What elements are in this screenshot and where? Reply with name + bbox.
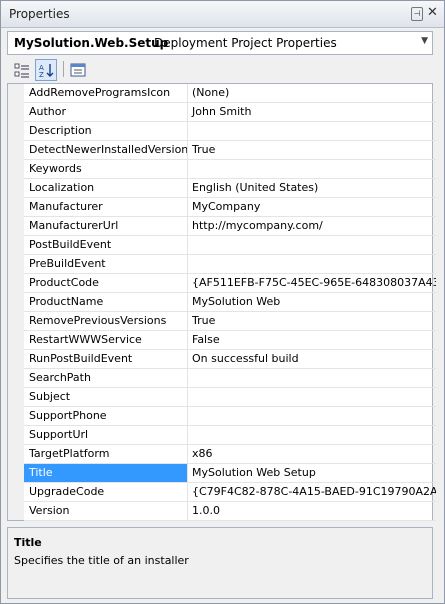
property-pages-button[interactable] bbox=[67, 59, 89, 81]
property-value[interactable]: MySolution Web Setup bbox=[188, 464, 436, 483]
svg-text:Z: Z bbox=[39, 71, 44, 78]
alphabetical-icon: A Z bbox=[39, 64, 54, 78]
description-text: Specifies the title of an installer bbox=[14, 554, 189, 567]
property-name[interactable]: Keywords bbox=[24, 160, 188, 179]
property-value[interactable] bbox=[188, 160, 436, 179]
property-value[interactable] bbox=[188, 255, 436, 274]
window-title: Properties bbox=[9, 7, 70, 21]
property-value[interactable]: {C79F4C82-878C-4A15-BAED-91C19790A2A0} bbox=[188, 483, 436, 502]
property-row[interactable]: RunPostBuildEvent On successful build bbox=[24, 350, 436, 369]
property-row[interactable]: Title MySolution Web Setup bbox=[24, 464, 436, 483]
property-value[interactable]: {AF511EFB-F75C-45EC-965E-648308037A43} bbox=[188, 274, 436, 293]
property-name[interactable]: RemovePreviousVersions bbox=[24, 312, 188, 331]
property-name[interactable]: Title bbox=[24, 464, 188, 483]
property-value[interactable]: MyCompany bbox=[188, 198, 436, 217]
property-value[interactable]: John Smith bbox=[188, 103, 436, 122]
description-pane: Title Specifies the title of an installe… bbox=[7, 527, 433, 599]
property-name[interactable]: Manufacturer bbox=[24, 198, 188, 217]
property-value[interactable]: x86 bbox=[188, 445, 436, 464]
property-row[interactable]: PreBuildEvent bbox=[24, 255, 436, 274]
property-value[interactable]: English (United States) bbox=[188, 179, 436, 198]
property-name[interactable]: UpgradeCode bbox=[24, 483, 188, 502]
property-row[interactable]: SupportUrl bbox=[24, 426, 436, 445]
property-row[interactable]: Localization English (United States) bbox=[24, 179, 436, 198]
property-name[interactable]: SearchPath bbox=[24, 369, 188, 388]
property-value[interactable] bbox=[188, 236, 436, 255]
property-value[interactable] bbox=[188, 369, 436, 388]
dropdown-arrow-icon[interactable]: ▼ bbox=[421, 36, 428, 46]
property-name[interactable]: PreBuildEvent bbox=[24, 255, 188, 274]
property-row[interactable]: SearchPath bbox=[24, 369, 436, 388]
property-name[interactable]: SupportPhone bbox=[24, 407, 188, 426]
selected-object-name: MySolution.Web.Setup bbox=[14, 36, 169, 50]
property-name[interactable]: PostBuildEvent bbox=[24, 236, 188, 255]
property-name[interactable]: Subject bbox=[24, 388, 188, 407]
property-row[interactable]: Subject bbox=[24, 388, 436, 407]
property-name[interactable]: ProductName bbox=[24, 293, 188, 312]
property-name[interactable]: ProductCode bbox=[24, 274, 188, 293]
property-name[interactable]: RestartWWWService bbox=[24, 331, 188, 350]
property-value[interactable] bbox=[188, 426, 436, 445]
property-row[interactable]: RemovePreviousVersions True bbox=[24, 312, 436, 331]
property-value[interactable]: http://mycompany.com/ bbox=[188, 217, 436, 236]
toolbar-separator bbox=[63, 61, 64, 77]
property-value[interactable]: 1.0.0 bbox=[188, 502, 436, 521]
property-name[interactable]: AddRemoveProgramsIcon bbox=[24, 84, 188, 103]
property-value[interactable]: (None) bbox=[188, 84, 436, 103]
property-value[interactable]: False bbox=[188, 331, 436, 350]
property-row[interactable]: Author John Smith bbox=[24, 103, 436, 122]
property-row[interactable]: DetectNewerInstalledVersion True bbox=[24, 141, 436, 160]
categorized-button[interactable] bbox=[11, 59, 33, 81]
property-name[interactable]: Localization bbox=[24, 179, 188, 198]
categorized-icon bbox=[14, 63, 29, 78]
property-row[interactable]: ManufacturerUrl http://mycompany.com/ bbox=[24, 217, 436, 236]
grid-left-margin bbox=[8, 84, 24, 520]
property-value[interactable]: MySolution Web bbox=[188, 293, 436, 312]
selected-object-type: Deployment Project Properties bbox=[154, 36, 337, 50]
property-row[interactable]: PostBuildEvent bbox=[24, 236, 436, 255]
title-bar[interactable]: Properties ⊣ ✕ bbox=[1, 1, 444, 28]
property-row[interactable]: Manufacturer MyCompany bbox=[24, 198, 436, 217]
property-row[interactable]: UpgradeCode {C79F4C82-878C-4A15-BAED-91C1… bbox=[24, 483, 436, 502]
property-name[interactable]: Author bbox=[24, 103, 188, 122]
property-value[interactable] bbox=[188, 407, 436, 426]
property-grid: AddRemoveProgramsIcon (None) Author John Sm… bbox=[7, 83, 436, 521]
property-row[interactable]: AddRemoveProgramsIcon (None) bbox=[24, 84, 436, 103]
property-row[interactable]: Version 1.0.0 bbox=[24, 502, 436, 521]
properties-window: Properties ⊣ ✕ MySolution.Web.Setup Depl… bbox=[0, 0, 445, 604]
properties-toolbar: A Z bbox=[7, 57, 431, 81]
property-name[interactable]: SupportUrl bbox=[24, 426, 188, 445]
property-row[interactable]: ProductCode {AF511EFB-F75C-45EC-965E-6483… bbox=[24, 274, 436, 293]
property-value[interactable] bbox=[188, 122, 436, 141]
property-name[interactable]: RunPostBuildEvent bbox=[24, 350, 188, 369]
property-row[interactable]: TargetPlatform x86 bbox=[24, 445, 436, 464]
property-name[interactable]: TargetPlatform bbox=[24, 445, 188, 464]
property-name[interactable]: Version bbox=[24, 502, 188, 521]
property-value[interactable]: True bbox=[188, 141, 436, 160]
property-row[interactable]: Description bbox=[24, 122, 436, 141]
description-title: Title bbox=[14, 536, 42, 549]
property-name[interactable]: ManufacturerUrl bbox=[24, 217, 188, 236]
property-value[interactable]: On successful build bbox=[188, 350, 436, 369]
property-row[interactable]: ProductName MySolution Web bbox=[24, 293, 436, 312]
property-value[interactable]: True bbox=[188, 312, 436, 331]
property-row[interactable]: SupportPhone bbox=[24, 407, 436, 426]
object-selector-dropdown[interactable]: MySolution.Web.Setup Deployment Project … bbox=[7, 31, 433, 55]
close-icon[interactable]: ✕ bbox=[427, 5, 438, 20]
property-row[interactable]: Keywords bbox=[24, 160, 436, 179]
property-name[interactable]: Description bbox=[24, 122, 188, 141]
property-row[interactable]: RestartWWWService False bbox=[24, 331, 436, 350]
pin-icon[interactable]: ⊣ bbox=[411, 7, 423, 21]
alphabetical-button[interactable]: A Z bbox=[35, 59, 57, 81]
property-name[interactable]: DetectNewerInstalledVersion bbox=[24, 141, 188, 160]
property-value[interactable] bbox=[188, 388, 436, 407]
property-pages-icon bbox=[70, 63, 86, 77]
